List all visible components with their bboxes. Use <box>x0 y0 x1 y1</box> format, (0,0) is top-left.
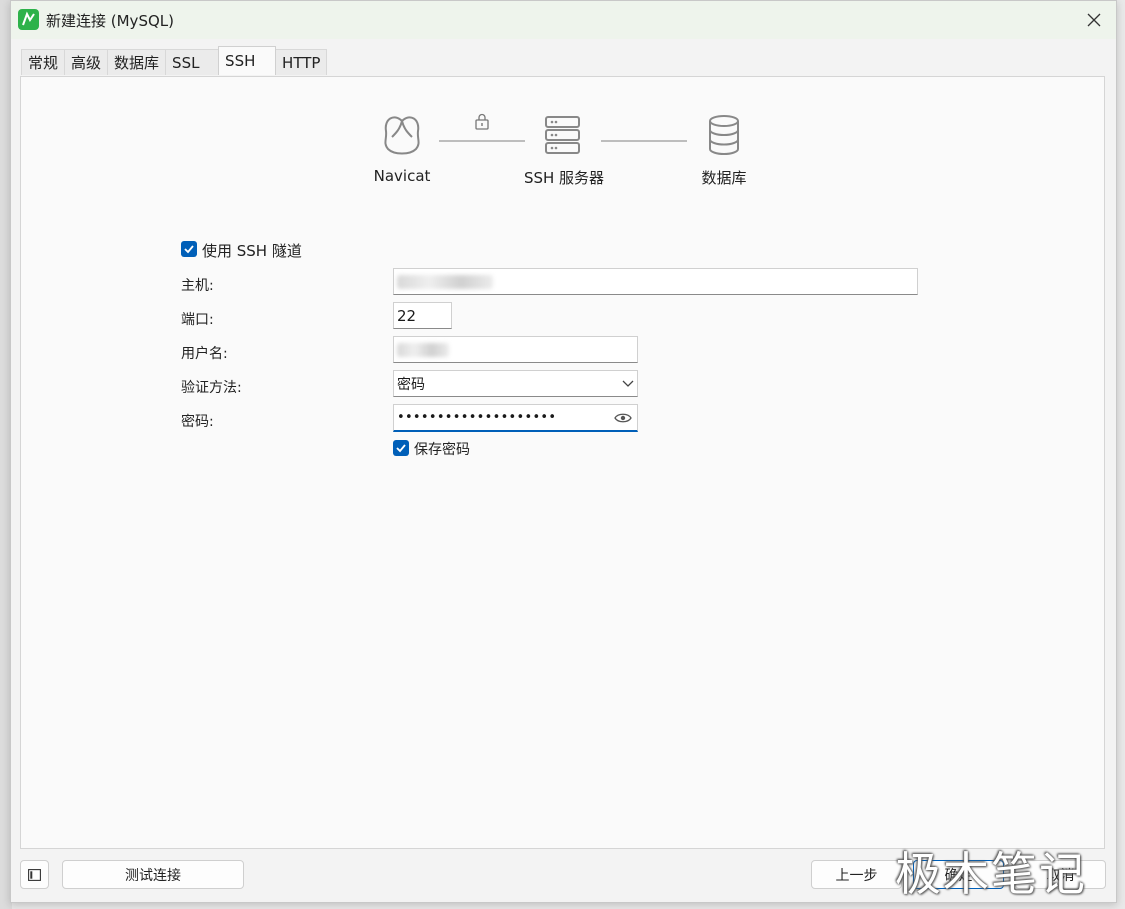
close-icon <box>1087 13 1101 27</box>
redacted-host <box>397 274 493 289</box>
port-label: 端口: <box>181 312 214 328</box>
watermark-text: 极木笔记 <box>895 847 1087 901</box>
save-password-label: 保存密码 <box>414 442 470 458</box>
database-icon <box>709 115 739 156</box>
username-input[interactable] <box>393 336 638 363</box>
connector-line-1 <box>439 140 525 142</box>
diagram-server-label: SSH 服务器 <box>523 169 605 187</box>
lock-icon <box>475 113 489 130</box>
check-icon <box>396 444 406 453</box>
check-icon <box>184 245 194 254</box>
close-button[interactable] <box>1072 1 1116 39</box>
password-label: 密码: <box>181 414 214 430</box>
tab-advanced[interactable]: 高级 <box>64 49 109 75</box>
host-label: 主机: <box>181 278 214 294</box>
username-label: 用户名: <box>181 346 228 362</box>
redacted-username <box>397 342 449 357</box>
test-connection-button[interactable]: 测试连接 <box>62 860 244 889</box>
save-password-checkbox[interactable] <box>393 440 409 456</box>
tab-databases[interactable]: 数据库 <box>107 49 167 75</box>
navicat-icon <box>384 116 420 155</box>
show-password-eye-icon[interactable] <box>614 412 632 424</box>
ssh-settings-panel: Navicat SSH 服务器 数据库 使用 SSH 隧道 主机: 端口: 22… <box>20 76 1105 849</box>
title-bar: 新建连接 (MySQL) <box>11 1 1116 39</box>
port-input[interactable]: 22 <box>393 302 452 329</box>
use-ssh-tunnel-label: 使用 SSH 隧道 <box>202 242 302 260</box>
ssh-server-icon <box>545 116 580 154</box>
sidebar-panel-icon <box>28 868 41 881</box>
use-ssh-tunnel-checkbox[interactable] <box>181 241 197 257</box>
new-connection-dialog: 新建连接 (MySQL) 常规 高级 数据库 SSL SSH HTTP Navi… <box>10 0 1117 903</box>
chevron-down-icon <box>622 380 634 387</box>
diagram-database-label: 数据库 <box>701 169 747 187</box>
password-input[interactable]: •••••••••••••••••••• <box>393 404 638 432</box>
tab-general[interactable]: 常规 <box>21 49 66 75</box>
host-input[interactable] <box>393 268 918 295</box>
tab-ssh[interactable]: SSH <box>218 46 277 75</box>
tab-bar: 常规 高级 数据库 SSL SSH HTTP <box>21 46 328 76</box>
connector-line-2 <box>601 140 687 142</box>
window-title: 新建连接 (MySQL) <box>46 12 174 30</box>
auth-method-label: 验证方法: <box>181 380 242 396</box>
previous-step-button[interactable]: 上一步 <box>811 860 902 889</box>
toggle-sidebar-button[interactable] <box>20 860 49 889</box>
password-value: •••••••••••••••••••• <box>397 410 557 425</box>
navicat-app-icon <box>18 9 39 30</box>
diagram-client-label: Navicat <box>373 167 431 185</box>
auth-method-select[interactable]: 密码 <box>393 370 638 397</box>
auth-method-value: 密码 <box>397 376 425 393</box>
tab-ssl[interactable]: SSL <box>165 49 220 75</box>
tab-http[interactable]: HTTP <box>275 49 328 75</box>
